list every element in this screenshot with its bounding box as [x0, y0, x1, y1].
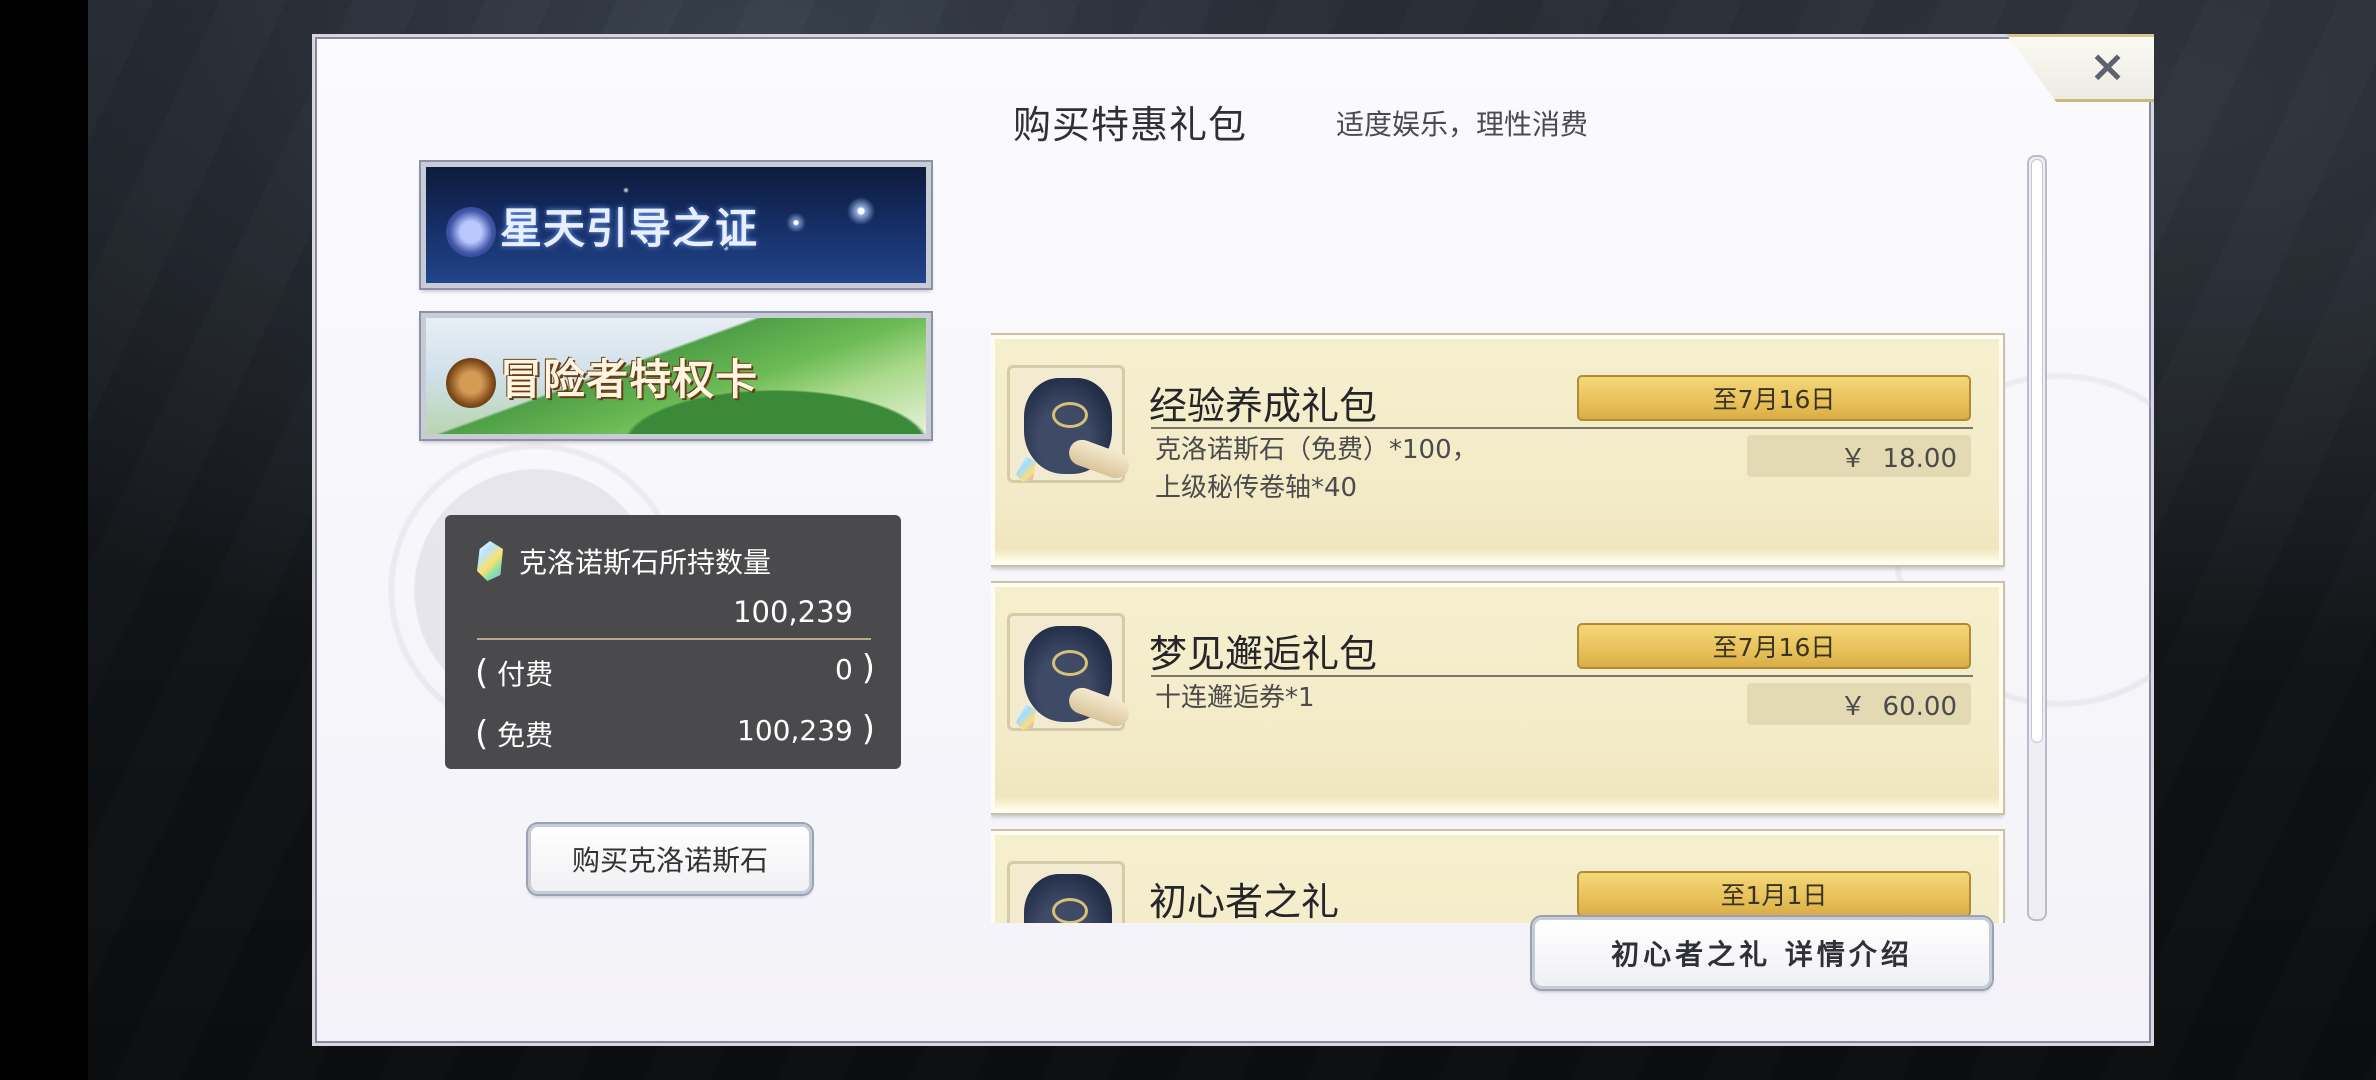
paid-label: 付费: [497, 658, 554, 691]
dialog-subtitle: 适度娱乐，理性消费: [1336, 108, 1589, 141]
pack-thumbnail: [1007, 365, 1133, 483]
pack-name: 经验养成礼包: [1149, 384, 1378, 428]
scrollbar-thumb[interactable]: [2031, 159, 2043, 743]
pack-name: 梦见邂逅礼包: [1149, 632, 1378, 676]
free-value: 100,239: [737, 714, 853, 747]
gem-icon: [1016, 704, 1036, 730]
pack-name: 初心者之礼: [1149, 880, 1340, 923]
pack-list-scrollbar[interactable]: [2027, 155, 2047, 921]
pack-end-date: 至1月1日: [1577, 871, 1971, 917]
free-row: ( 免费 100,239 ): [475, 712, 875, 754]
special-pack-dialog: × 购买特惠礼包 适度娱乐，理性消费 星天引导之证 冒险者特权卡 克洛诺斯石所持…: [312, 34, 2154, 1046]
gift-bag-icon: [1024, 874, 1112, 923]
banner-title: 星天引导之证: [446, 195, 758, 257]
adventurer-privilege-banner[interactable]: 冒险者特权卡: [421, 313, 931, 439]
pack-card[interactable]: 经验养成礼包 克洛诺斯石（免费）*100， 上级秘传卷轴*40 至7月16日 ￥…: [991, 335, 2003, 565]
pack-desc-line: 十连邂逅券*1: [1155, 683, 1315, 713]
close-button[interactable]: ×: [2006, 34, 2154, 102]
dialog-title: 购买特惠礼包: [1013, 103, 1248, 147]
paid-row: ( 付费 0 ): [475, 651, 875, 693]
beginner-gift-details-button[interactable]: 初心者之礼 详情介绍: [1532, 917, 1992, 989]
pack-card[interactable]: 初心者之礼 至1月1日: [991, 831, 2003, 923]
paren-close: ): [861, 709, 875, 749]
close-icon: ×: [2089, 40, 2126, 92]
pack-card[interactable]: 梦见邂逅礼包 十连邂逅券*1 至7月16日 ￥ 60.00: [991, 583, 2003, 813]
free-label: 免费: [497, 719, 554, 752]
pack-description: 克洛诺斯石（免费）*100， 上级秘传卷轴*40: [1155, 431, 1478, 507]
pack-desc-line: 克洛诺斯石（免费）*100，: [1155, 435, 1478, 465]
pack-thumbnail: [1007, 613, 1133, 731]
star-guide-banner[interactable]: 星天引导之证: [421, 162, 931, 288]
paid-value: 0: [835, 653, 853, 686]
paren-open: (: [475, 653, 489, 693]
currency-total: 100,239: [733, 595, 853, 629]
pack-list[interactable]: 经验养成礼包 克洛诺斯石（免费）*100， 上级秘传卷轴*40 至7月16日 ￥…: [991, 295, 2015, 923]
pack-price-button[interactable]: ￥ 18.00: [1747, 435, 1971, 477]
banner-title: 冒险者特权卡: [446, 346, 758, 408]
chronos-stone-icon: [477, 541, 503, 581]
paren-close: ): [861, 648, 875, 688]
gem-icon: [1016, 456, 1036, 482]
divider: [1151, 427, 1973, 429]
pack-price-button[interactable]: ￥ 60.00: [1747, 683, 1971, 725]
currency-panel: 克洛诺斯石所持数量 100,239 ( 付费 0 ) ( 免费 100,239 …: [445, 515, 901, 769]
paren-open: (: [475, 714, 489, 754]
star-emblem-icon: [446, 207, 496, 257]
adventurer-emblem-icon: [446, 358, 496, 408]
pack-end-date: 至7月16日: [1577, 623, 1971, 669]
pack-end-date: 至7月16日: [1577, 375, 1971, 421]
currency-header: 克洛诺斯石所持数量: [477, 541, 771, 581]
currency-title: 克洛诺斯石所持数量: [519, 546, 772, 579]
divider: [477, 638, 871, 640]
pack-description: 十连邂逅券*1: [1155, 679, 1315, 717]
divider: [1151, 675, 1973, 677]
buy-chronos-stone-button[interactable]: 购买克洛诺斯石: [528, 824, 812, 894]
pack-desc-line: 上级秘传卷轴*40: [1155, 473, 1358, 503]
pack-thumbnail: [1007, 861, 1125, 923]
